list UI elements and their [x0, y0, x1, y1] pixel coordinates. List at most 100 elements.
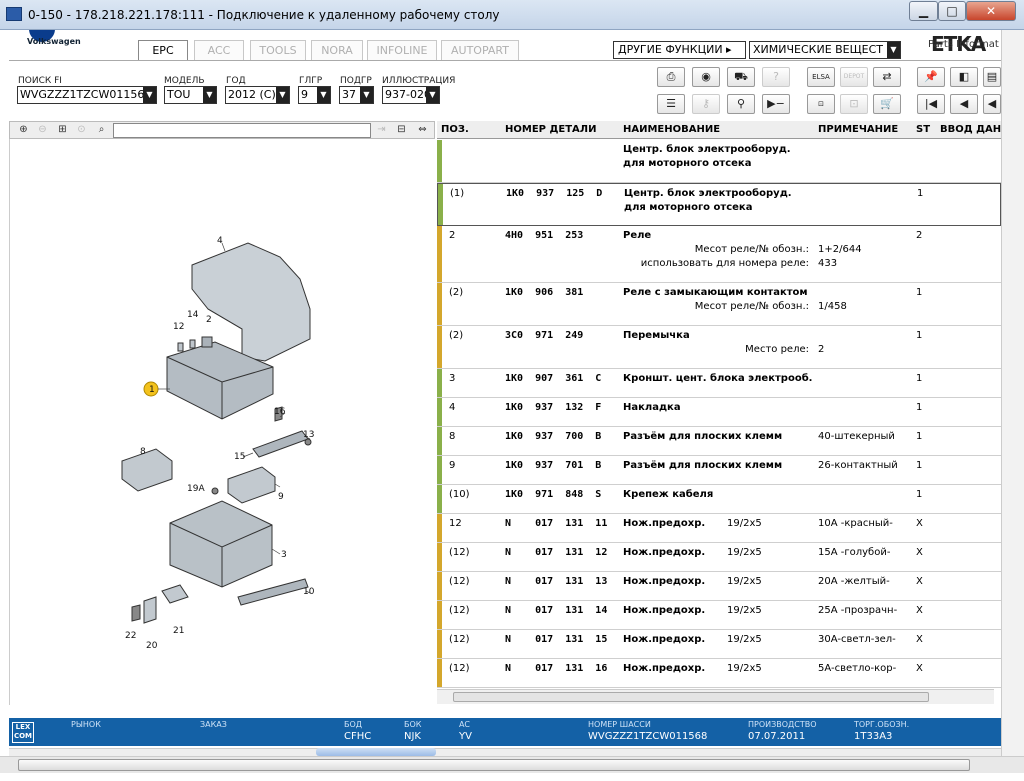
fi-search-field[interactable]: WVGZZZ1TZCW01156 ▼: [17, 86, 157, 104]
elsa-icon[interactable]: ELSA: [807, 67, 835, 87]
callout-9[interactable]: 9: [278, 492, 284, 502]
tab-nora[interactable]: NORA: [311, 40, 363, 60]
callout-4[interactable]: 4: [217, 236, 223, 246]
key-icon[interactable]: ⚷: [692, 94, 720, 114]
pin-icon[interactable]: 📌: [917, 67, 945, 87]
first-icon[interactable]: |◀: [917, 94, 945, 114]
other-functions-menu[interactable]: ДРУГИЕ ФУНКЦИИ ▸: [613, 41, 746, 59]
col-st[interactable]: ST: [916, 124, 930, 135]
table-row[interactable]: (10) 1K0 971 848 S Крепеж кабеля 1: [437, 485, 1001, 514]
col-name[interactable]: НАИМЕНОВАНИЕ: [623, 124, 720, 135]
callout-10[interactable]: 10: [303, 587, 315, 597]
car-icon[interactable]: ⛟: [727, 67, 755, 87]
depot-icon[interactable]: DEPOT: [840, 67, 868, 87]
callout-2[interactable]: 2: [206, 315, 212, 325]
callout-21[interactable]: 21: [173, 626, 184, 636]
maingroup-value: 9: [301, 88, 308, 101]
callout-8[interactable]: 8: [140, 447, 146, 457]
callout-16[interactable]: 16: [274, 407, 286, 417]
col-note[interactable]: ПРИМЕЧАНИЕ: [818, 124, 898, 135]
table-horizontal-scrollbar[interactable]: [437, 689, 994, 704]
resize-icon[interactable]: ⇔: [415, 123, 430, 138]
tab-epc[interactable]: EPC: [138, 40, 188, 61]
search-icon[interactable]: ⌕: [94, 123, 109, 138]
back-page-icon[interactable]: ◧: [950, 67, 978, 87]
table-row[interactable]: (12) N 017 131 13 Нож.предохр. 19/2x5 20A -ж…: [437, 572, 1001, 601]
table-row[interactable]: 12 N 017 131 11 Нож.предохр. 19/2x5 10A -кра…: [437, 514, 1001, 543]
callout-19a[interactable]: 19A: [187, 484, 205, 494]
table-row[interactable]: 8 1K0 937 700 B Разъём для плоских клемм 40…: [437, 427, 1001, 456]
tab-tools[interactable]: TOOLS: [250, 40, 306, 60]
bike-icon[interactable]: ⚲: [727, 94, 755, 114]
elsa2-icon[interactable]: ⊡: [807, 94, 835, 114]
callout-22[interactable]: 22: [125, 631, 136, 641]
zoom-out-icon[interactable]: ⊖: [35, 123, 50, 138]
minimize-icon[interactable]: ▁: [909, 1, 938, 21]
table-row[interactable]: Центр. блок электрооборуд. для моторного …: [437, 140, 1001, 183]
chevron-down-icon[interactable]: ▼: [317, 87, 330, 103]
close-icon[interactable]: ✕: [966, 1, 1016, 21]
chevron-down-icon[interactable]: ▼: [426, 87, 439, 103]
play-minus-icon[interactable]: ▶−: [762, 94, 790, 114]
disc-icon[interactable]: ◉: [692, 67, 720, 87]
book-icon[interactable]: ▤: [983, 67, 1001, 87]
right-scrollbar[interactable]: [1001, 30, 1024, 756]
callout-20[interactable]: 20: [146, 641, 158, 651]
maximize-icon[interactable]: □: [938, 1, 966, 21]
chevron-down-icon[interactable]: ▼: [360, 87, 373, 103]
cart-swap-icon[interactable]: ⇄: [873, 67, 901, 87]
table-row[interactable]: (12) N 017 131 12 Нож.предохр. 19/2x5 15A -г…: [437, 543, 1001, 572]
depot2-icon[interactable]: ⊡: [840, 94, 868, 114]
question-icon[interactable]: ?: [762, 67, 790, 87]
callout-13[interactable]: 13: [303, 430, 314, 440]
col-pos[interactable]: ПОЗ.: [441, 124, 469, 135]
zoom-in-icon[interactable]: ⊕: [16, 123, 31, 138]
col-part-number[interactable]: НОМЕР ДЕТАЛИ: [505, 124, 596, 135]
row-group-marker: [437, 226, 442, 282]
illustration-search-input[interactable]: [113, 123, 371, 138]
subgroup-select[interactable]: 37 ▼: [339, 86, 374, 104]
callout-3[interactable]: 3: [281, 550, 287, 560]
table-row[interactable]: (12) N 017 131 16 Нож.предохр. 19/2x5 5A-све…: [437, 659, 1001, 688]
table-row[interactable]: (2) 1K0 906 381 Реле с замыкающим контакто…: [437, 283, 1001, 326]
chevron-down-icon[interactable]: ▼: [143, 87, 156, 103]
chevron-down-icon[interactable]: ▼: [203, 87, 216, 103]
scroll-thumb[interactable]: [453, 692, 929, 702]
zoom-reset-icon[interactable]: ⊙: [74, 123, 89, 138]
cell-part-number: N 017 131 13: [505, 576, 608, 587]
print-icon[interactable]: ⎙: [657, 67, 685, 87]
callout-14[interactable]: 14: [187, 310, 199, 320]
prev2-icon[interactable]: ◀: [983, 94, 1001, 114]
chevron-down-icon[interactable]: ▼: [276, 87, 289, 103]
tab-infoline[interactable]: INFOLINE: [367, 40, 437, 60]
callout-12[interactable]: 12: [173, 322, 184, 332]
col-input[interactable]: ВВОД ДАНН: [940, 124, 1001, 135]
table-row[interactable]: 9 1K0 937 701 B Разъём для плоских клемм 26…: [437, 456, 1001, 485]
year-select[interactable]: 2012 (C) ▼: [225, 86, 290, 104]
table-row[interactable]: (1) 1K0 937 125 D Центр. блок электрообору…: [437, 183, 1001, 226]
list-icon[interactable]: ☰: [657, 94, 685, 114]
table-row[interactable]: (12) N 017 131 15 Нож.предохр. 19/2x5 30A-св…: [437, 630, 1001, 659]
table-row[interactable]: 4 1K0 937 132 F Накладка 1: [437, 398, 1001, 427]
tab-autopart[interactable]: AUTOPART: [441, 40, 519, 60]
zoom-area-icon[interactable]: ⊞: [55, 123, 70, 138]
illustration-select[interactable]: 937-020 ▼: [382, 86, 440, 104]
cart-icon[interactable]: 🛒: [873, 94, 901, 114]
table-row[interactable]: 3 1K0 907 361 C Кроншт. цент. блока электр…: [437, 369, 1001, 398]
window-scroll-thumb[interactable]: [18, 759, 970, 771]
table-row[interactable]: (2) 3C0 971 249 Перемычка Место реле: 2 1: [437, 326, 1001, 369]
prev-icon[interactable]: ◀: [950, 94, 978, 114]
chevron-down-icon[interactable]: ▼: [887, 42, 900, 58]
export-icon[interactable]: ⇥: [374, 123, 389, 138]
callout-1[interactable]: 1: [149, 385, 155, 395]
chemicals-select[interactable]: ХИМИЧЕСКИЕ ВЕЩЕСТ ▼: [749, 41, 901, 59]
callout-15[interactable]: 15: [234, 452, 245, 462]
tab-acc[interactable]: ACC: [194, 40, 244, 60]
table-row[interactable]: (12) N 017 131 14 Нож.предохр. 19/2x5 25A -п…: [437, 601, 1001, 630]
table-row[interactable]: 2 4H0 951 253 Реле Месот реле/№ обозн.: 1+2/…: [437, 226, 1001, 283]
window-titlebar: 0-150 - 178.218.221.178:111 - Подключени…: [0, 0, 1024, 30]
window-horizontal-scrollbar[interactable]: [0, 756, 1024, 773]
model-select[interactable]: TOU ▼: [164, 86, 217, 104]
maingroup-select[interactable]: 9 ▼: [298, 86, 331, 104]
split-view-icon[interactable]: ⊟: [394, 123, 409, 138]
